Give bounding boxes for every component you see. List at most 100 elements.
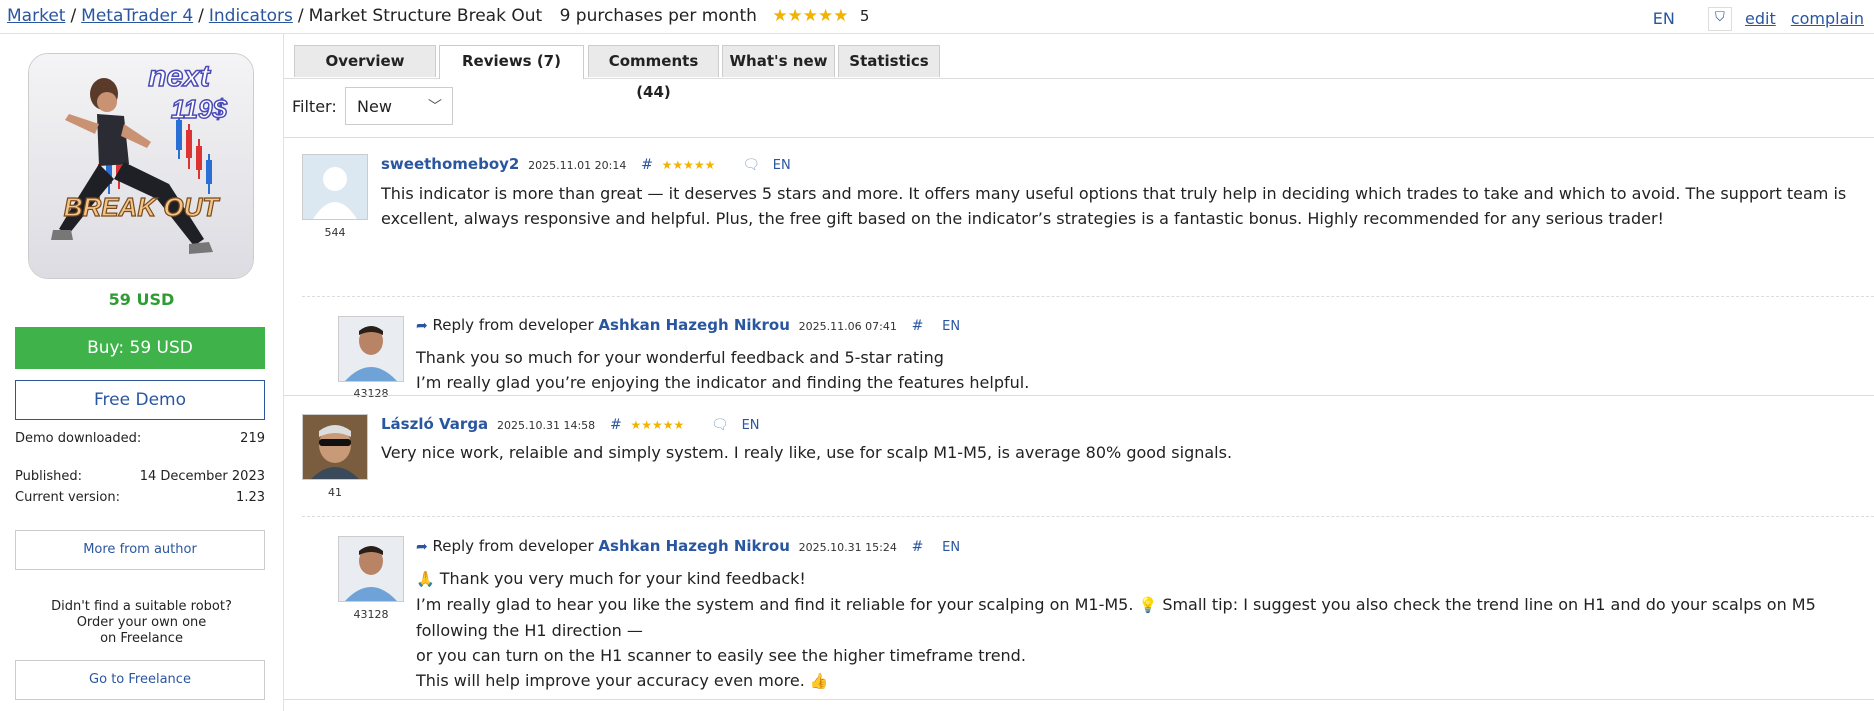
- free-demo-button[interactable]: Free Demo: [15, 380, 265, 420]
- tab-bar: Overview Reviews (7) Comments (44) What'…: [284, 45, 1874, 101]
- reply-author[interactable]: Ashkan Hazegh Nikrou: [598, 537, 789, 555]
- breadcrumb: Market / MetaTrader 4/Indicators / Market St…: [7, 6, 869, 26]
- review-permalink[interactable]: #: [641, 157, 653, 173]
- reply-permalink[interactable]: #: [912, 539, 924, 555]
- reply-line: or you can turn on the H1 scanner to eas…: [416, 646, 1026, 665]
- published-label: Published:: [15, 469, 82, 484]
- review-date: 2025.11.01 20:14: [528, 159, 627, 172]
- tab-overview[interactable]: Overview: [294, 45, 436, 77]
- review-language[interactable]: EN: [773, 158, 791, 173]
- divider: [302, 296, 1874, 297]
- reply-prefix: Reply from developer: [432, 537, 594, 555]
- reply-language[interactable]: EN: [942, 319, 960, 334]
- version-label: Current version:: [15, 490, 120, 505]
- reply-date: 2025.11.06 07:41: [798, 320, 897, 333]
- demo-downloaded-row: Demo downloaded: 219: [15, 431, 265, 446]
- more-from-author-button[interactable]: More from author: [15, 530, 265, 570]
- product-price: 59 USD: [108, 290, 175, 309]
- breadcrumb-separator: /: [198, 6, 204, 26]
- review-permalink[interactable]: #: [610, 417, 622, 433]
- reply-permalink[interactable]: #: [912, 318, 924, 334]
- divider: [284, 395, 1874, 396]
- filter-label: Filter:: [292, 97, 337, 116]
- freelance-line-3: on Freelance: [100, 631, 183, 646]
- complain-link[interactable]: complain: [1791, 9, 1864, 28]
- breadcrumb-category-link[interactable]: Indicators: [209, 6, 293, 26]
- tab-reviews[interactable]: Reviews (7): [439, 45, 584, 79]
- review-text: Very nice work, relaible and simply syst…: [381, 443, 1233, 462]
- reply-arrow-icon: ➦: [416, 539, 428, 555]
- divider: [302, 516, 1874, 517]
- product-title: Market Structure Break Out: [308, 6, 543, 26]
- developer-count: 43128: [353, 387, 389, 400]
- reply-line: I’m really glad you’re enjoying the indi…: [416, 373, 1030, 392]
- breadcrumb-market-link[interactable]: Market: [7, 6, 65, 26]
- review-text: This indicator is more than great — it d…: [381, 184, 1847, 228]
- speech-bubble-icon[interactable]: 🗨: [742, 157, 760, 173]
- reply-author[interactable]: Ashkan Hazegh Nikrou: [598, 316, 789, 334]
- reviewer-avatar[interactable]: [302, 414, 368, 480]
- tab-statistics[interactable]: Statistics: [838, 45, 940, 77]
- freelance-promo: Didn't find a suitable robot? Order your…: [0, 599, 283, 647]
- review-date: 2025.10.31 14:58: [496, 419, 596, 432]
- main-content: Overview Reviews (7) Comments (44) What'…: [284, 34, 1874, 711]
- review-author[interactable]: László Varga: [381, 415, 488, 433]
- speech-bubble-icon[interactable]: 🗨: [711, 417, 729, 433]
- reply-text: 🙏 Thank you very much for your kind feed…: [416, 566, 1866, 694]
- product-image[interactable]: next 119$ BREAK OUT: [28, 53, 254, 279]
- reply-language[interactable]: EN: [942, 540, 960, 555]
- review-header: László Varga 2025.10.31 14:58 # ★★★★★ 🗨 …: [381, 415, 760, 433]
- rating-value: 5: [859, 7, 870, 25]
- review-header: sweethomeboy2 2025.11.01 20:14 # ★★★★★ 🗨…: [381, 155, 791, 173]
- tab-comments[interactable]: Comments (44): [588, 45, 719, 101]
- reply-arrow-icon: ➦: [416, 318, 428, 334]
- image-text-title: BREAK OUT: [64, 192, 221, 222]
- breadcrumb-platform-link[interactable]: MetaTrader 4: [81, 6, 193, 26]
- filter-select[interactable]: New ﹀: [345, 87, 453, 125]
- language-selector[interactable]: EN: [1653, 9, 1675, 28]
- reply-header: ➦ Reply from developer Ashkan Hazegh Nik…: [416, 537, 960, 555]
- filter-selected-value: New: [357, 97, 392, 116]
- review-stars: ★★★★★: [630, 418, 685, 432]
- light-bulb-emoji: 💡: [1138, 596, 1158, 614]
- review-stars: ★★★★★: [661, 158, 716, 172]
- freelance-line-1: Didn't find a suitable robot?: [51, 599, 232, 614]
- bookmark-icon[interactable]: ⛉: [1707, 7, 1732, 31]
- published-row: Published: 14 December 2023: [15, 469, 265, 484]
- rating-stars: ★★★★★: [772, 6, 849, 26]
- image-text-next: next: [148, 60, 212, 93]
- demo-downloaded-value: 219: [240, 431, 265, 446]
- reviewer-count: 41: [328, 486, 342, 499]
- reply-line: Thank you very much for your kind feedba…: [439, 569, 806, 588]
- version-value: 1.23: [236, 490, 265, 505]
- reply-header: ➦ Reply from developer Ashkan Hazegh Nik…: [416, 316, 960, 334]
- developer-avatar[interactable]: [338, 536, 404, 602]
- reply-line: Thank you so much for your wonderful fee…: [416, 348, 944, 367]
- edit-link[interactable]: edit: [1745, 9, 1776, 28]
- review-author[interactable]: sweethomeboy2: [381, 155, 519, 173]
- reply-line: This will help improve your accuracy eve…: [416, 671, 805, 690]
- reply-prefix: Reply from developer: [432, 316, 594, 334]
- developer-avatar[interactable]: [338, 316, 404, 382]
- freelance-line-2: Order your own one: [76, 615, 207, 630]
- go-to-freelance-button[interactable]: Go to Freelance: [15, 660, 265, 700]
- developer-count: 43128: [353, 608, 389, 621]
- top-bar: Market / MetaTrader 4/Indicators / Market St…: [0, 0, 1874, 34]
- review-language[interactable]: EN: [742, 418, 760, 433]
- buy-button[interactable]: Buy: 59 USD: [15, 327, 265, 369]
- purchases-count: 9 purchases per month: [559, 6, 757, 26]
- published-value: 14 December 2023: [139, 469, 265, 484]
- folded-hands-emoji: 🙏: [416, 570, 435, 588]
- product-sidebar: next 119$ BREAK OUT 59 USD Buy: 59 USD F…: [0, 34, 284, 711]
- chevron-down-icon: ﹀: [428, 99, 442, 115]
- thumbs-up-emoji: 👍: [809, 672, 829, 690]
- reply-date: 2025.10.31 15:24: [798, 541, 897, 554]
- reviewer-avatar[interactable]: [302, 154, 368, 220]
- reply-line: I’m really glad to hear you like the sys…: [416, 595, 1134, 614]
- reply-text: Thank you so much for your wonderful fee…: [416, 345, 1856, 395]
- breadcrumb-separator: /: [70, 6, 77, 26]
- tab-whats-new[interactable]: What's new: [722, 45, 835, 77]
- top-right-actions: EN ⛉ edit complain: [1653, 7, 1874, 31]
- divider: [284, 699, 1874, 700]
- demo-downloaded-label: Demo downloaded:: [15, 431, 142, 446]
